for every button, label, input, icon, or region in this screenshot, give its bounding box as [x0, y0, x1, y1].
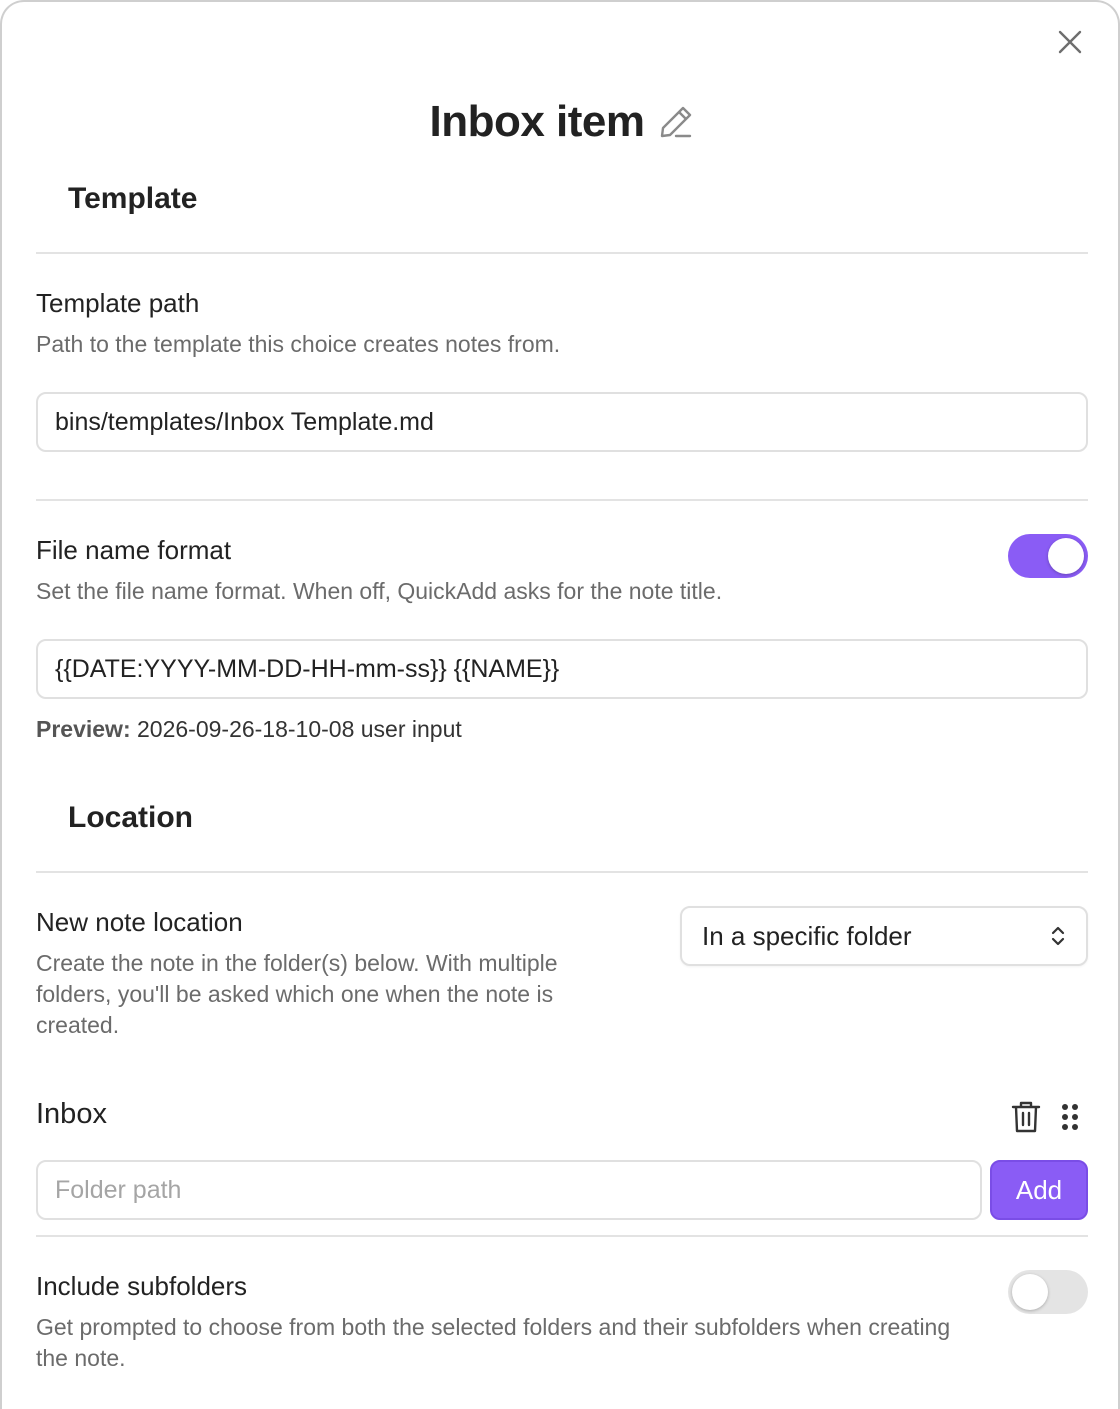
drag-handle-button[interactable] [1052, 1097, 1088, 1137]
new-note-location-select[interactable]: In a specific folder [680, 906, 1088, 966]
preview-label: Preview: [36, 716, 131, 742]
include-subfolders-label: Include subfolders [36, 1271, 248, 1301]
include-subfolders-description: Get prompted to choose from both the sel… [36, 1314, 951, 1371]
delete-folder-button[interactable] [1008, 1097, 1044, 1137]
divider [36, 871, 1088, 873]
folder-path-input[interactable] [36, 1160, 982, 1220]
title-row: Inbox item [2, 92, 1120, 152]
toggle-knob [1048, 538, 1084, 574]
include-subfolders-toggle[interactable] [1008, 1270, 1088, 1314]
choice-settings-modal: Inbox item Template Template path Path t… [0, 0, 1120, 1409]
divider [36, 499, 1088, 501]
trash-icon [1011, 1101, 1041, 1133]
template-path-input[interactable] [36, 392, 1088, 452]
file-name-preview: Preview: 2026-09-26-18-10-08 user input [36, 716, 462, 743]
template-path-description: Path to the template this choice creates… [36, 331, 561, 357]
divider [36, 1235, 1088, 1237]
file-name-format-input[interactable] [36, 639, 1088, 699]
template-path-label: Template path [36, 288, 200, 318]
new-note-location-label: New note location [36, 907, 243, 937]
dialog-title: Inbox item [429, 97, 645, 146]
chevron-up-down-icon [1051, 926, 1065, 946]
pencil-icon [660, 106, 691, 138]
close-icon [1058, 30, 1082, 54]
select-value: In a specific folder [702, 920, 912, 951]
drag-handle-icon [1062, 1104, 1078, 1130]
preview-value: 2026-09-26-18-10-08 user input [137, 716, 462, 742]
location-section-heading: Location [68, 801, 193, 834]
folder-list-label: Inbox [36, 1098, 107, 1130]
edit-title-button[interactable] [659, 104, 695, 140]
divider [36, 252, 1088, 254]
close-button[interactable] [1052, 24, 1088, 60]
file-name-format-toggle[interactable] [1008, 534, 1088, 578]
file-name-format-label: File name format [36, 535, 232, 565]
add-folder-button[interactable]: Add [990, 1160, 1088, 1220]
file-name-format-description: Set the file name format. When off, Quic… [36, 578, 723, 604]
new-note-location-description: Create the note in the folder(s) below. … [36, 950, 558, 1038]
toggle-knob [1012, 1274, 1048, 1310]
template-section-heading: Template [68, 182, 198, 215]
